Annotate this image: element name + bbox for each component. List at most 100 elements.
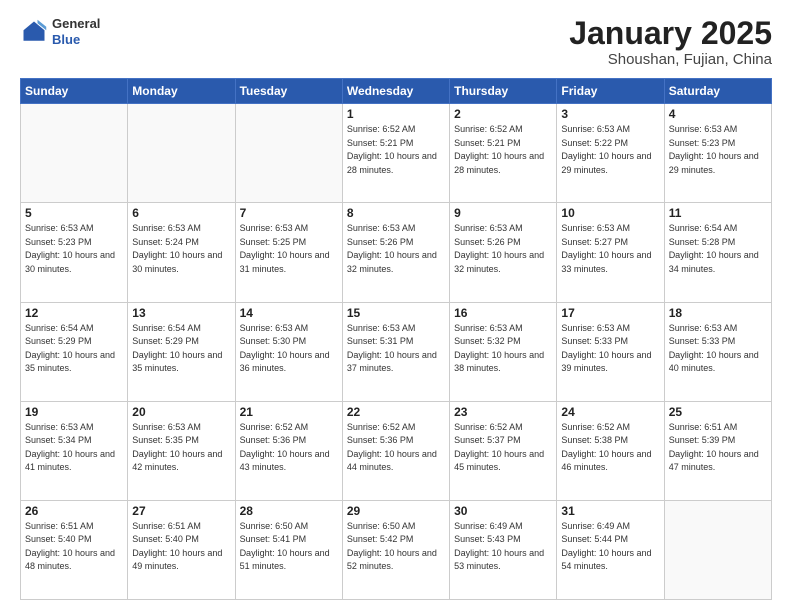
- day-info: Sunrise: 6:52 AMSunset: 5:21 PMDaylight:…: [454, 123, 552, 177]
- sunset-text: Sunset: 5:36 PM: [240, 435, 307, 445]
- calendar-title: January 2025: [569, 16, 772, 51]
- daylight-text: Daylight: 10 hours and 45 minutes.: [454, 449, 544, 473]
- sunrise-text: Sunrise: 6:52 AM: [454, 124, 523, 134]
- daylight-text: Daylight: 10 hours and 35 minutes.: [132, 350, 222, 374]
- sunrise-text: Sunrise: 6:53 AM: [561, 124, 630, 134]
- day-info: Sunrise: 6:50 AMSunset: 5:41 PMDaylight:…: [240, 520, 338, 574]
- table-row: 2Sunrise: 6:52 AMSunset: 5:21 PMDaylight…: [450, 104, 557, 203]
- table-row: 23Sunrise: 6:52 AMSunset: 5:37 PMDayligh…: [450, 401, 557, 500]
- day-info: Sunrise: 6:52 AMSunset: 5:38 PMDaylight:…: [561, 421, 659, 475]
- col-friday: Friday: [557, 79, 664, 104]
- daylight-text: Daylight: 10 hours and 47 minutes.: [669, 449, 759, 473]
- col-thursday: Thursday: [450, 79, 557, 104]
- sunrise-text: Sunrise: 6:52 AM: [454, 422, 523, 432]
- table-row: 14Sunrise: 6:53 AMSunset: 5:30 PMDayligh…: [235, 302, 342, 401]
- day-info: Sunrise: 6:52 AM Sunset: 5:37 PM Daylight:…: [454, 421, 552, 475]
- day-number: 9: [454, 206, 552, 220]
- day-info: Sunrise: 6:54 AMSunset: 5:29 PMDaylight:…: [132, 322, 230, 376]
- daylight-text: Daylight: 10 hours and 53 minutes.: [454, 548, 544, 572]
- day-number: 5: [25, 206, 123, 220]
- day-number: 28: [240, 504, 338, 518]
- sunrise-text: Sunrise: 6:54 AM: [132, 323, 201, 333]
- daylight-text: Daylight: 10 hours and 32 minutes.: [454, 250, 544, 274]
- calendar-header-row: Sunday Monday Tuesday Wednesday Thursday…: [21, 79, 772, 104]
- sunset-text: Sunset: 5:43 PM: [454, 534, 521, 544]
- sunrise-text: Sunrise: 6:53 AM: [669, 323, 738, 333]
- daylight-text: Daylight: 10 hours and 35 minutes.: [25, 350, 115, 374]
- sunset-text: Sunset: 5:21 PM: [347, 138, 414, 148]
- daylight-text: Daylight: 10 hours and 46 minutes.: [561, 449, 651, 473]
- daylight-text: Daylight: 10 hours and 40 minutes.: [669, 350, 759, 374]
- daylight-text: Daylight: 10 hours and 54 minutes.: [561, 548, 651, 572]
- table-row: 21 Sunrise: 6:52 AMSunset: 5:36 PMDayligh…: [235, 401, 342, 500]
- day-info: Sunrise: 6:53 AMSunset: 5:23 PMDaylight:…: [25, 222, 123, 276]
- sunset-text: Sunset: 5:38 PM: [561, 435, 628, 445]
- col-saturday: Saturday: [664, 79, 771, 104]
- day-info: Sunrise: 6:51 AMSunset: 5:39 PMDaylight:…: [669, 421, 767, 475]
- table-row: [235, 104, 342, 203]
- day-number: 24: [561, 405, 659, 419]
- sunset-text: Sunset: 5:22 PM: [561, 138, 628, 148]
- calendar-week-row: 26 Sunrise: 6:51 AMSunset: 5:40 PMDayligh…: [21, 500, 772, 599]
- day-info: Sunrise: 6:50 AMSunset: 5:42 PMDaylight:…: [347, 520, 445, 574]
- table-row: 12Sunrise: 6:54 AMSunset: 5:29 PMDayligh…: [21, 302, 128, 401]
- sunset-text: Sunset: 5:44 PM: [561, 534, 628, 544]
- day-info: Sunrise: 6:51 AMSunset: 5:40 PMDaylight:…: [25, 520, 123, 574]
- sunset-text: Sunset: 5:23 PM: [25, 237, 92, 247]
- logo: General Blue: [20, 16, 100, 47]
- table-row: 20Sunrise: 6:53 AMSunset: 5:35 PMDayligh…: [128, 401, 235, 500]
- day-number: 2: [454, 107, 552, 121]
- table-row: 3Sunrise: 6:53 AMSunset: 5:22 PMDaylight…: [557, 104, 664, 203]
- sunrise-text: Sunrise: 6:53 AM: [132, 422, 201, 432]
- sunrise-text: Sunrise: 6:49 AM: [561, 521, 630, 531]
- day-number: 26: [25, 504, 123, 518]
- table-row: 31Sunrise: 6:49 AMSunset: 5:44 PMDayligh…: [557, 500, 664, 599]
- table-row: 13 Sunrise: 6:54 AMSunset: 5:29 PMDayligh…: [128, 302, 235, 401]
- sunrise-text: Sunrise: 6:53 AM: [561, 323, 630, 333]
- day-number: 16: [454, 306, 552, 320]
- day-info: Sunrise: 6:53 AMSunset: 5:33 PMDaylight:…: [669, 322, 767, 376]
- day-number: 19: [25, 405, 123, 419]
- sunset-text: Sunset: 5:21 PM: [454, 138, 521, 148]
- sunrise-text: Sunrise: 6:54 AM: [669, 223, 738, 233]
- day-info: Sunrise: 6:52 AMSunset: 5:36 PMDaylight:…: [240, 421, 338, 475]
- daylight-text: Daylight: 10 hours and 28 minutes.: [347, 151, 437, 175]
- sunrise-text: Sunrise: 6:53 AM: [347, 223, 416, 233]
- sunset-text: Sunset: 5:31 PM: [347, 336, 414, 346]
- table-row: 19Sunrise: 6:53 AMSunset: 5:34 PMDayligh…: [21, 401, 128, 500]
- table-row: 6Sunrise: 6:53 AMSunset: 5:24 PMDaylight…: [128, 203, 235, 302]
- daylight-text: Daylight: 10 hours and 32 minutes.: [347, 250, 437, 274]
- daylight-text: Daylight: 10 hours and 31 minutes.: [240, 250, 330, 274]
- day-info: Sunrise: 6:53 AM Sunset: 5:26 PM Daylight:…: [347, 222, 445, 276]
- day-info: Sunrise: 6:53 AMSunset: 5:23 PMDaylight:…: [669, 123, 767, 177]
- sunset-text: Sunset: 5:26 PM: [454, 237, 521, 247]
- sunrise-text: Sunrise: 6:50 AM: [347, 521, 416, 531]
- sunrise-text: Sunrise: 6:52 AM: [347, 124, 416, 134]
- sunset-text: Sunset: 5:27 PM: [561, 237, 628, 247]
- day-info: Sunrise: 6:53 AMSunset: 5:26 PMDaylight:…: [454, 222, 552, 276]
- logo-blue-label: Blue: [52, 32, 100, 48]
- daylight-text: Daylight: 10 hours and 44 minutes.: [347, 449, 437, 473]
- sunset-text: Sunset: 5:35 PM: [132, 435, 199, 445]
- day-number: 1: [347, 107, 445, 121]
- daylight-text: Daylight: 10 hours and 52 minutes.: [347, 548, 437, 572]
- sunset-text: Sunset: 5:26 PM: [347, 237, 414, 247]
- daylight-text: Daylight: 10 hours and 39 minutes.: [561, 350, 651, 374]
- day-number: 21: [240, 405, 338, 419]
- sunset-text: Sunset: 5:37 PM: [454, 435, 521, 445]
- sunrise-text: Sunrise: 6:54 AM: [25, 323, 94, 333]
- daylight-text: Daylight: 10 hours and 36 minutes.: [240, 350, 330, 374]
- daylight-text: Daylight: 10 hours and 43 minutes.: [240, 449, 330, 473]
- sunrise-text: Sunrise: 6:49 AM: [454, 521, 523, 531]
- day-info: Sunrise: 6:53 AMSunset: 5:35 PMDaylight:…: [132, 421, 230, 475]
- sunrise-text: Sunrise: 6:53 AM: [669, 124, 738, 134]
- sunrise-text: Sunrise: 6:53 AM: [25, 223, 94, 233]
- table-row: 4Sunrise: 6:53 AMSunset: 5:23 PMDaylight…: [664, 104, 771, 203]
- day-number: 13: [132, 306, 230, 320]
- table-row: 26 Sunrise: 6:51 AMSunset: 5:40 PMDayligh…: [21, 500, 128, 599]
- sunset-text: Sunset: 5:30 PM: [240, 336, 307, 346]
- sunrise-text: Sunrise: 6:53 AM: [347, 323, 416, 333]
- day-number: 10: [561, 206, 659, 220]
- calendar-week-row: 12Sunrise: 6:54 AMSunset: 5:29 PMDayligh…: [21, 302, 772, 401]
- day-info: Sunrise: 6:53 AMSunset: 5:27 PMDaylight:…: [561, 222, 659, 276]
